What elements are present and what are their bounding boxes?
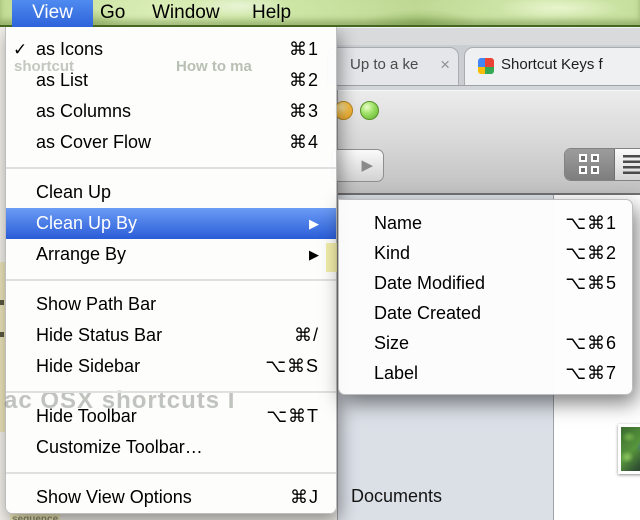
menu-item-show-path-bar[interactable]: Show Path Bar [6, 289, 336, 320]
list-view-button[interactable] [615, 149, 640, 180]
image-preview [621, 427, 640, 471]
view-menu: shortcut How to ma ac OSX shortcuts I ✓ … [4, 27, 337, 514]
menu-bar: View Go Window Help [0, 0, 640, 27]
tab-title: Up to a ke [350, 56, 419, 73]
menu-separator [6, 382, 336, 401]
menu-item-customize-toolbar[interactable]: Customize Toolbar… [6, 432, 336, 463]
background-text-fragment: sequence [10, 514, 61, 520]
text-sliver [0, 332, 4, 337]
submenu-item-name[interactable]: Name ⌥⌘1 [339, 208, 632, 238]
forward-button[interactable]: ▶ [331, 149, 384, 182]
menu-item-show-view-options[interactable]: Show View Options ⌘J [6, 482, 336, 513]
list-view-icon [623, 155, 640, 174]
icon-view-button[interactable] [565, 149, 615, 180]
menu-item-as-icons[interactable]: ✓ as Icons ⌘1 [6, 34, 336, 65]
menu-item-as-list[interactable]: as List ⌘2 [6, 65, 336, 96]
menu-item-hide-sidebar[interactable]: Hide Sidebar ⌥⌘S [6, 351, 336, 382]
menu-item-arrange-by[interactable]: Arrange By ▶ [6, 239, 336, 270]
menu-item-as-cover-flow[interactable]: as Cover Flow ⌘4 [6, 127, 336, 158]
file-thumbnail[interactable] [618, 424, 640, 474]
grid-view-icon [579, 154, 600, 175]
checkmark-icon: ✓ [13, 39, 28, 59]
finder-toolbar: ▶ [331, 90, 640, 195]
menu-item-as-columns[interactable]: as Columns ⌘3 [6, 96, 336, 127]
menubar-item-help[interactable]: Help [252, 0, 291, 25]
sidebar-item-documents[interactable]: Documents [351, 486, 442, 507]
menu-separator [6, 463, 336, 482]
menubar-item-view[interactable]: View [12, 0, 93, 27]
tab-title: Shortcut Keys f [501, 56, 603, 73]
submenu-item-kind[interactable]: Kind ⌥⌘2 [339, 238, 632, 268]
tab-favicon-icon [478, 58, 494, 74]
clean-up-by-submenu: Name ⌥⌘1 Kind ⌥⌘2 Date Modified ⌥⌘5 Date… [338, 199, 633, 395]
menubar-item-window[interactable]: Window [152, 0, 220, 25]
view-switcher [564, 148, 640, 181]
close-icon[interactable]: × [440, 55, 450, 75]
forward-icon: ▶ [361, 157, 373, 174]
menu-item-clean-up-by[interactable]: Clean Up By ▶ [6, 208, 336, 239]
menu-item-clean-up[interactable]: Clean Up [6, 177, 336, 208]
menu-separator [6, 270, 336, 289]
menubar-item-go[interactable]: Go [100, 0, 125, 25]
screen: sequence Up to a ke × Shortcut Keys f ▶ [0, 0, 640, 520]
text-sliver [0, 300, 4, 305]
browser-titlebar [337, 27, 640, 45]
browser-tab[interactable]: Up to a ke × [327, 47, 459, 85]
zoom-button[interactable] [360, 101, 379, 120]
submenu-arrow-icon: ▶ [309, 246, 319, 262]
menu-item-hide-toolbar[interactable]: Hide Toolbar ⌥⌘T [6, 401, 336, 432]
submenu-item-date-created[interactable]: Date Created [339, 298, 632, 328]
submenu-item-label[interactable]: Label ⌥⌘7 [339, 358, 632, 388]
submenu-item-date-modified[interactable]: Date Modified ⌥⌘5 [339, 268, 632, 298]
submenu-item-size[interactable]: Size ⌥⌘6 [339, 328, 632, 358]
submenu-arrow-icon: ▶ [309, 215, 319, 231]
menu-item-hide-status-bar[interactable]: Hide Status Bar ⌘/ [6, 320, 336, 351]
browser-tab-bar: Up to a ke × Shortcut Keys f [327, 45, 640, 86]
browser-tab[interactable]: Shortcut Keys f [464, 47, 640, 85]
menu-separator [6, 158, 336, 177]
